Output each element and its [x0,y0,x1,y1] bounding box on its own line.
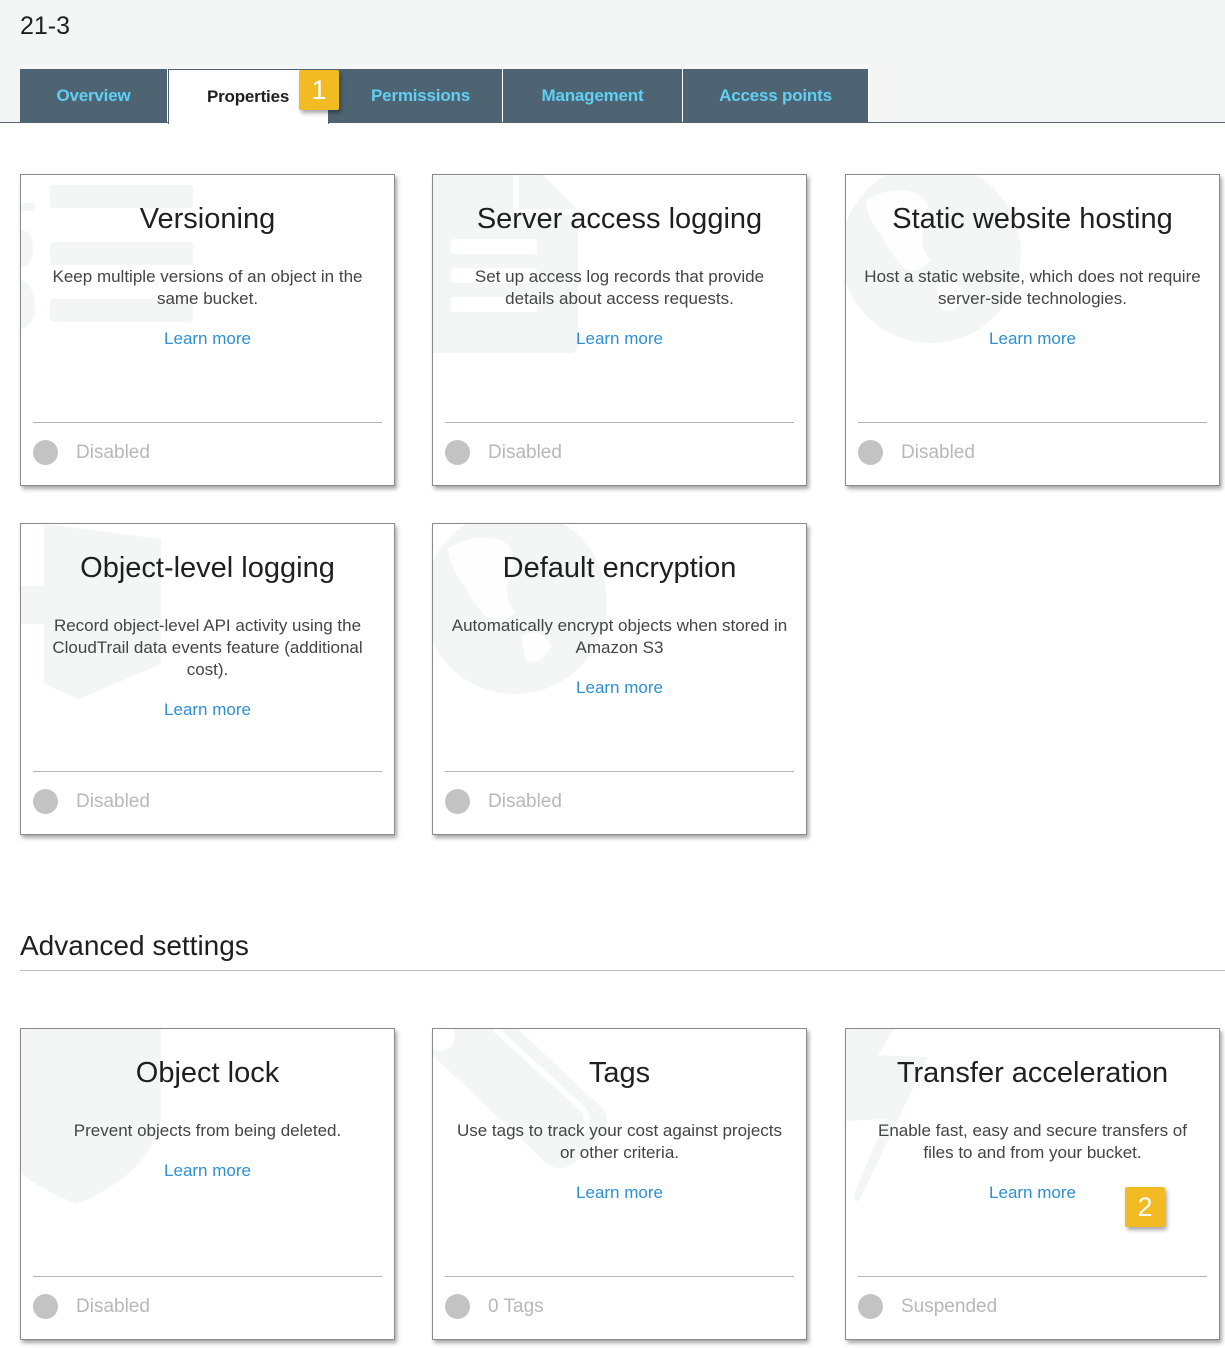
card-description: Prevent objects from being deleted. [73,1121,342,1140]
card-title: Transfer acceleration [896,1057,1169,1089]
card-transfer-acceleration[interactable]: Transfer acceleration Enable fast, easy … [845,1028,1220,1340]
divider [445,771,794,772]
divider [445,1276,794,1277]
status: Disabled [33,789,150,814]
status-text: 0 Tags [488,1295,544,1317]
log-document-icon [433,175,578,353]
status-indicator-icon [858,1294,883,1319]
status-indicator-icon [445,789,470,814]
card-description: Enable fast, easy and secure transfers o… [877,1121,1187,1162]
tab-overview[interactable]: Overview [20,69,168,122]
card-title: Default encryption [502,552,737,584]
divider [33,1276,382,1277]
globe-icon [433,524,607,694]
learn-more-link[interactable]: Learn more [164,1161,251,1181]
tab-bar: Overview Properties Permissions Manageme… [20,69,869,124]
card-versioning[interactable]: Versioning Keep multiple versions of an … [20,174,395,486]
status-text: Disabled [488,790,562,812]
card-title: Versioning [139,203,276,235]
tab-access-points[interactable]: Access points [683,69,869,122]
status-indicator-icon [858,440,883,465]
card-title: Object-level logging [80,552,335,584]
tab-permissions[interactable]: Permissions [329,69,503,122]
advanced-settings-heading: Advanced settings [20,930,249,961]
learn-more-link[interactable]: Learn more [989,329,1076,349]
card-object-lock[interactable]: Object lock Prevent objects from being d… [20,1028,395,1340]
card-static-website-hosting[interactable]: Static website hosting Host a static web… [845,174,1220,486]
status: Disabled [33,1294,150,1319]
status: 0 Tags [445,1294,544,1319]
shield-icon [21,1029,161,1204]
annotation-badge-2: 2 [1125,1187,1165,1227]
status-indicator-icon [445,440,470,465]
status-text: Disabled [76,1295,150,1317]
card-title: Object lock [135,1057,280,1089]
status: Disabled [445,789,562,814]
card-description: Automatically encrypt objects when store… [451,616,788,657]
status-indicator-icon [33,1294,58,1319]
divider [33,771,382,772]
card-server-access-logging[interactable]: Server access logging Set up access log … [432,174,807,486]
status: Suspended [858,1294,997,1319]
status-text: Suspended [901,1295,998,1317]
learn-more-link[interactable]: Learn more [576,329,663,349]
tab-management[interactable]: Management [503,69,683,122]
card-description: Record object-level API activity using t… [52,616,363,679]
card-tags[interactable]: Tags Use tags to track your cost against… [432,1028,807,1340]
learn-more-link[interactable]: Learn more [576,678,663,698]
card-description: Host a static website, which does not re… [864,267,1201,308]
status: Disabled [445,440,562,465]
learn-more-link[interactable]: Learn more [989,1183,1076,1203]
annotation-badge-1: 1 [299,70,339,110]
card-default-encryption[interactable]: Default encryption Automatically encrypt… [432,523,807,835]
card-title: Server access logging [476,203,763,235]
card-title: Static website hosting [892,203,1173,235]
status-indicator-icon [33,440,58,465]
learn-more-link[interactable]: Learn more [576,1183,663,1203]
globe-icon [846,175,1021,343]
learn-more-link[interactable]: Learn more [164,329,251,349]
card-description: Use tags to track your cost against proj… [456,1121,783,1162]
status-text: Disabled [76,790,150,812]
status: Disabled [33,440,150,465]
divider [858,422,1207,423]
versioning-icon [21,185,193,330]
page-title: 21-3 [20,12,71,40]
divider [858,1276,1207,1277]
status-text: Disabled [901,441,975,463]
divider [445,422,794,423]
card-title: Tags [588,1057,651,1089]
status: Disabled [858,440,975,465]
lightning-icon [846,1029,928,1202]
card-description: Keep multiple versions of an object in t… [52,267,363,308]
card-description: Set up access log records that provide d… [474,267,765,308]
status-indicator-icon [33,789,58,814]
status-indicator-icon [445,1294,470,1319]
status-text: Disabled [488,441,562,463]
status-text: Disabled [76,441,150,463]
divider [33,422,382,423]
learn-more-link[interactable]: Learn more [164,700,251,720]
section-divider [20,970,1225,971]
card-object-level-logging[interactable]: Object-level logging Record object-level… [20,523,395,835]
